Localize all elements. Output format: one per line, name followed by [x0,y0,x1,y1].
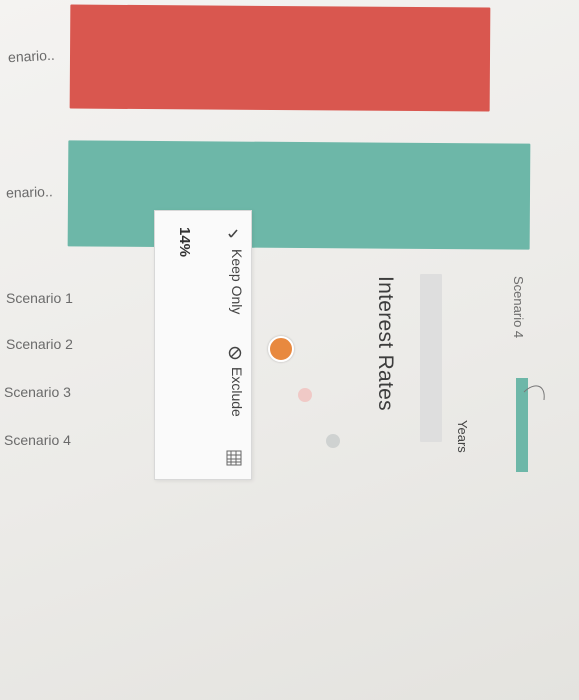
years-axis-label: Years [455,420,470,453]
view-data-icon[interactable] [225,449,243,467]
selected-marker[interactable] [268,336,294,362]
keep-only-button[interactable]: Keep Only [223,225,247,343]
gray-marker[interactable] [326,434,340,448]
scenario-label-3: Scenario 3 [4,384,71,400]
tooltip: 14% Keep Only Exclude [154,210,252,480]
scenario-label-2: Scenario 2 [6,336,73,352]
exclude-icon [227,345,243,361]
axis-placeholder-bar [420,274,442,442]
legend-partial-text: Scenario 4 [511,276,526,339]
faded-marker[interactable] [298,388,312,402]
check-icon [227,225,243,241]
teal-bar[interactable] [67,140,531,250]
red-bar[interactable] [69,4,491,112]
keep-only-label: Keep Only [229,249,245,315]
scenario-label-4: Scenario 4 [4,432,71,448]
row-label-b: enario.. [5,183,53,201]
exclude-label: Exclude [229,367,245,417]
legend-curve-icon [522,380,552,420]
chart-title: Interest Rates [374,276,397,411]
row-label-a: enario.. [7,46,56,66]
exclude-button[interactable]: Exclude [223,345,247,455]
scenario-label-1: Scenario 1 [6,290,73,306]
tooltip-value: 14% [176,227,193,258]
